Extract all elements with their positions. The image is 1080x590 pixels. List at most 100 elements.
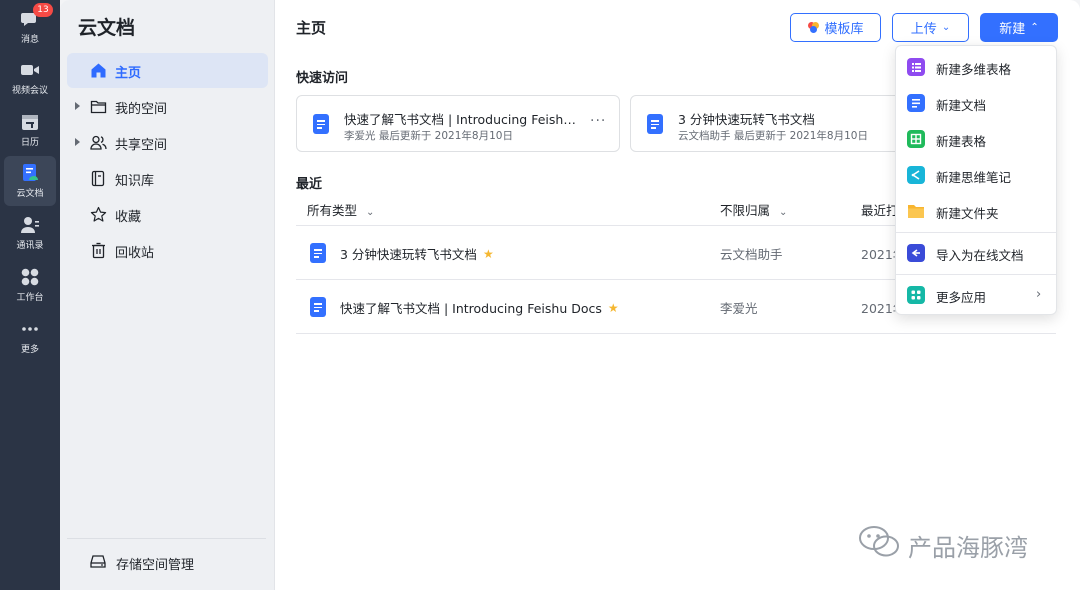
watermark-text: 产品海豚湾 (908, 533, 1028, 562)
sidebar-item-favorites[interactable]: 收藏 (67, 197, 268, 232)
more-dots-icon (20, 319, 40, 339)
menu-item-new-bitable[interactable]: 新建多维表格 (896, 49, 1056, 85)
rail-item-calendar[interactable]: 日历 (4, 105, 56, 155)
apps-grid-icon (20, 267, 40, 287)
upload-label: 上传 (910, 22, 937, 37)
owner-filter[interactable]: 不限归属 ⌄ (720, 200, 787, 219)
row-name: 3 分钟快速玩转飞书文档 (340, 247, 477, 262)
rail-item-workplace[interactable]: 工作台 (4, 260, 56, 310)
rail-label: 消息 (20, 35, 39, 45)
app-rail: 13 消息 视频会议 日历 云文档 通讯录 工作台 更多 (0, 0, 60, 590)
sidebar-item-label: 主页 (115, 66, 142, 81)
card-meta: 云文档助手 最后更新于 2021年8月10日 (678, 130, 868, 142)
rail-label: 视频会议 (11, 86, 48, 96)
more-options-icon[interactable]: ··· (590, 113, 606, 129)
page-title: 主页 (296, 19, 327, 37)
sidebar-item-shared-space[interactable]: 共享空间 (67, 125, 268, 160)
menu-item-new-folder[interactable]: 新建文件夹 (896, 193, 1056, 229)
upload-button[interactable]: 上传 ⌄ (892, 13, 969, 42)
expand-arrow-icon[interactable] (75, 138, 80, 146)
menu-item-new-mindnote[interactable]: 新建思维笔记 (896, 157, 1056, 193)
doc-icon (907, 94, 925, 112)
star-icon (90, 206, 107, 223)
menu-divider (896, 274, 1056, 275)
template-logo-icon (807, 21, 820, 34)
folder-icon (907, 202, 925, 220)
menu-label: 导入为在线文档 (936, 248, 1024, 263)
rail-item-cloud-docs[interactable]: 云文档 (4, 156, 56, 206)
people-icon (90, 134, 107, 151)
new-dropdown-menu: 新建多维表格 新建文档 新建表格 新建思维笔记 新建文件夹 导入为在线文档 更多… (895, 45, 1057, 315)
sidebar-item-home[interactable]: 主页 (67, 53, 268, 88)
sidebar-divider (67, 538, 266, 539)
import-icon (907, 244, 925, 262)
rail-item-messages[interactable]: 13 消息 (4, 2, 56, 52)
card-title: 快速了解飞书文档 | Introducing Feishu Docs (344, 112, 579, 127)
doc-icon (310, 297, 326, 317)
row-owner: 云文档助手 (720, 247, 783, 262)
menu-item-new-doc[interactable]: 新建文档 (896, 85, 1056, 121)
cloud-doc-icon (20, 163, 40, 183)
sheet-icon (907, 130, 925, 148)
book-icon (90, 170, 107, 187)
star-icon[interactable]: ★ (483, 247, 494, 261)
sidebar-item-label: 知识库 (115, 174, 155, 189)
hard-drive-icon (90, 553, 116, 573)
chevron-down-icon: ⌄ (366, 207, 375, 218)
sidebar-item-my-space[interactable]: 我的空间 (67, 89, 268, 124)
menu-label: 新建文档 (936, 98, 987, 113)
rail-label: 更多 (20, 345, 39, 355)
sidebar-item-label: 我的空间 (115, 102, 168, 117)
sidebar-item-label: 共享空间 (115, 138, 168, 153)
star-icon[interactable]: ★ (608, 301, 619, 315)
storage-management-link[interactable]: 存储空间管理 (90, 553, 194, 573)
recent-title: 最近 (296, 177, 323, 192)
home-icon (90, 62, 107, 79)
menu-item-new-sheet[interactable]: 新建表格 (896, 121, 1056, 157)
card-meta: 李爱光 最后更新于 2021年8月10日 (344, 130, 513, 142)
menu-label: 更多应用 (936, 290, 987, 305)
template-library-button[interactable]: 模板库 (790, 13, 881, 42)
unread-badge: 13 (33, 3, 53, 17)
doc-icon (310, 243, 326, 263)
folder-icon (90, 98, 107, 115)
storage-label: 存储空间管理 (116, 557, 195, 573)
row-name: 快速了解飞书文档 | Introducing Feishu Docs (340, 301, 602, 316)
chevron-down-icon: ⌄ (941, 22, 951, 33)
menu-label: 新建文件夹 (936, 206, 999, 221)
mindnote-icon (907, 166, 925, 184)
template-label: 模板库 (824, 22, 864, 37)
rail-label: 工作台 (16, 293, 44, 303)
docs-sidebar: 云文档 主页 我的空间 共享空间 知识库 收藏 回收站 存储空间管理 (60, 0, 275, 590)
app-title: 云文档 (78, 17, 136, 39)
rail-label: 云文档 (16, 189, 44, 199)
sidebar-item-label: 收藏 (115, 210, 142, 225)
menu-label: 新建多维表格 (936, 62, 1012, 77)
card-title: 3 分钟快速玩转飞书文档 (678, 112, 815, 127)
rail-label: 通讯录 (16, 241, 44, 251)
row-owner: 李爱光 (720, 301, 758, 316)
doc-icon (313, 114, 329, 134)
bitable-icon (907, 58, 925, 76)
rail-item-video-meeting[interactable]: 视频会议 (4, 53, 56, 103)
sidebar-item-trash[interactable]: 回收站 (67, 233, 268, 268)
menu-label: 新建思维笔记 (936, 170, 1012, 185)
menu-item-import[interactable]: 导入为在线文档 (896, 235, 1056, 271)
contacts-icon (20, 215, 40, 235)
rail-item-contacts[interactable]: 通讯录 (4, 208, 56, 258)
menu-item-more-apps[interactable]: 更多应用 › (896, 277, 1056, 313)
new-button[interactable]: 新建 ⌃ (980, 13, 1058, 42)
menu-divider (896, 232, 1056, 233)
sidebar-item-wiki[interactable]: 知识库 (67, 161, 268, 196)
type-filter[interactable]: 所有类型 ⌄ (307, 200, 374, 219)
quick-access-card[interactable]: 快速了解飞书文档 | Introducing Feishu Docs 李爱光 最… (296, 95, 620, 152)
chevron-down-icon: ⌄ (779, 207, 788, 218)
type-filter-label: 所有类型 (307, 203, 358, 218)
chevron-right-icon: › (1036, 287, 1042, 302)
owner-filter-label: 不限归属 (720, 203, 771, 218)
expand-arrow-icon[interactable] (75, 102, 80, 110)
doc-icon (647, 114, 663, 134)
rail-item-more[interactable]: 更多 (4, 312, 56, 362)
rail-label: 日历 (20, 138, 39, 148)
new-label: 新建 (999, 22, 1026, 37)
